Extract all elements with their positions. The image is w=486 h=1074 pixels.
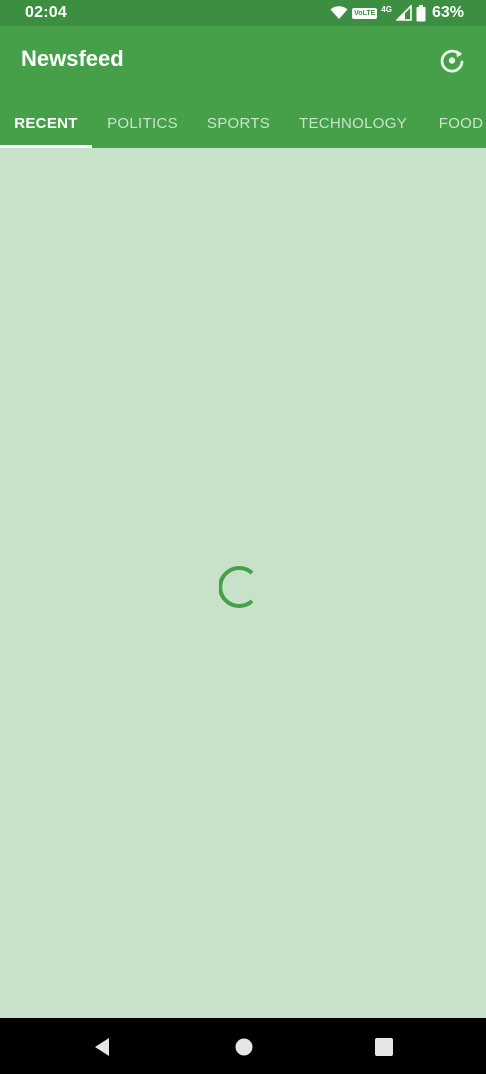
status-bar: 02:04 VoLTE 4G 63%	[0, 0, 486, 26]
app-bar: Newsfeed RECENT POLITICS SPORTS TECHNOLO…	[0, 26, 486, 148]
battery-icon	[416, 4, 426, 22]
refresh-button[interactable]	[436, 44, 468, 76]
back-icon[interactable]	[92, 1036, 114, 1058]
tab-label: FOOD	[438, 114, 484, 132]
home-icon[interactable]	[233, 1036, 255, 1058]
status-time: 02:04	[25, 4, 67, 21]
recents-icon[interactable]	[373, 1036, 395, 1058]
volte-icon: VoLTE	[352, 7, 378, 19]
tab-label: RECENT	[14, 114, 78, 132]
feed-content[interactable]	[0, 148, 486, 1018]
signal-icon	[395, 5, 412, 21]
tab-label: POLITICS	[107, 114, 178, 132]
wifi-icon	[330, 6, 348, 20]
network-type-label: 4G	[381, 4, 392, 14]
tab-sports[interactable]: SPORTS	[193, 98, 284, 148]
app-title: Newsfeed	[21, 46, 124, 71]
tab-recent[interactable]: RECENT	[0, 98, 92, 148]
status-icons: VoLTE 4G 63%	[330, 4, 464, 22]
loading-spinner-icon	[219, 566, 254, 608]
system-nav-bar	[0, 1018, 486, 1074]
tab-label: TECHNOLOGY	[298, 114, 407, 132]
tab-bar: RECENT POLITICS SPORTS TECHNOLOGY FOOD	[0, 98, 486, 148]
tab-technology[interactable]: TECHNOLOGY	[284, 98, 422, 148]
refresh-icon	[440, 49, 464, 73]
battery-percent: 63%	[431, 4, 464, 21]
tab-label: SPORTS	[206, 114, 271, 132]
tab-food[interactable]: FOOD	[422, 98, 486, 148]
tab-politics[interactable]: POLITICS	[92, 98, 193, 148]
